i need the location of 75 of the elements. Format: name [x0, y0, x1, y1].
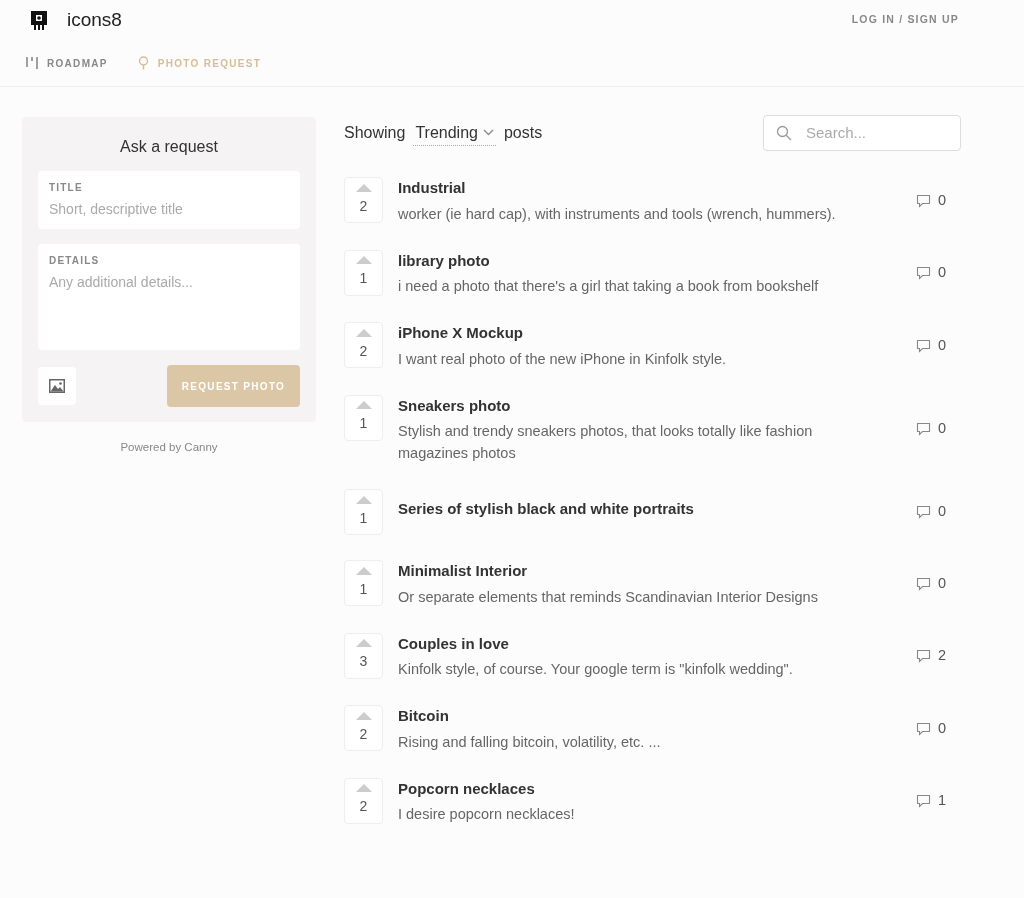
post-title[interactable]: Minimalist Interior — [398, 560, 901, 583]
post-title[interactable]: library photo — [398, 249, 901, 272]
upvote-arrow-icon — [355, 183, 372, 192]
upvote-button[interactable]: 2 — [344, 177, 383, 223]
post-details: Kinfolk style, of course. Your google term is "kinfolk wedding". — [398, 660, 794, 679]
comment-icon — [915, 422, 931, 437]
post-details: worker (ie hard cap), with instruments and tools (wrench, hummers). — [398, 204, 837, 224]
comment-count: 0 — [937, 335, 946, 355]
comment-count: 0 — [937, 419, 946, 439]
comment-icon — [915, 266, 931, 281]
upvote-button[interactable]: 2 — [344, 322, 383, 368]
title-field[interactable]: Short, descriptive title — [49, 199, 289, 220]
upvote-arrow-icon — [355, 711, 372, 720]
post-details: I want real photo of the new iPhone in Kinfolk style. — [398, 349, 728, 369]
upvote-button[interactable]: 1 — [344, 560, 383, 606]
image-icon — [49, 379, 65, 393]
upvote-arrow-icon — [355, 495, 372, 504]
post-details: I desire popcorn necklaces! — [398, 805, 576, 824]
upvote-arrow-icon — [355, 566, 372, 575]
post-title[interactable]: Popcorn necklaces — [398, 777, 901, 800]
posts-label: posts — [503, 123, 543, 143]
powered-by-link[interactable]: Powered by Canny — [22, 439, 316, 457]
comment-icon — [915, 794, 931, 809]
upvote-button[interactable]: 3 — [344, 632, 383, 679]
sort-dropdown[interactable]: Trending — [413, 120, 496, 146]
chevron-down-icon — [482, 129, 494, 136]
upvote-arrow-icon — [355, 639, 372, 647]
upvote-button[interactable]: 2 — [344, 705, 383, 751]
search-field[interactable]: Search... — [804, 120, 944, 146]
post-details: i need a photo that there's a girl that taking a book from bookshelf — [398, 277, 820, 296]
lightbulb-icon — [137, 56, 149, 70]
form-field[interactable]: DETAILS Any additional details... — [38, 244, 300, 350]
brand-name[interactable]: icons8 — [67, 5, 122, 35]
upvote-button[interactable]: 1 — [344, 394, 383, 441]
post-details: Or separate elements that reminds Scandinavian Interior Designs — [398, 587, 819, 607]
comment-icon — [915, 193, 931, 208]
roadmap-icon — [26, 56, 38, 70]
upvote-button[interactable]: 1 — [344, 489, 383, 535]
post-title[interactable]: Bitcoin — [398, 705, 901, 728]
login-link[interactable]: LOG IN / SIGN UP — [851, 12, 959, 28]
comment-count: 0 — [937, 190, 946, 210]
comment-icon — [915, 338, 931, 353]
field-label: TITLE — [49, 181, 84, 195]
search-bar[interactable]: Search... — [763, 115, 961, 151]
upvote-arrow-icon — [355, 328, 372, 337]
upvote-button[interactable]: 2 — [344, 777, 383, 824]
post-title[interactable]: Industrial — [398, 177, 901, 200]
comment-count: 0 — [937, 718, 946, 738]
upvote-arrow-icon — [355, 401, 372, 409]
post-details: Rising and falling bitcoin, volatility, etc. ... — [398, 732, 662, 752]
comment-count: 0 — [937, 573, 946, 593]
post-title[interactable]: Sneakers photo — [398, 394, 901, 417]
post-title[interactable]: Series of stylish black and white portraits — [398, 498, 901, 521]
post-title[interactable]: Couples in love — [398, 632, 901, 655]
upvote-arrow-icon — [355, 784, 372, 792]
upvote-arrow-icon — [355, 256, 372, 264]
details-field[interactable]: Any additional details... — [49, 272, 289, 335]
post-title[interactable]: iPhone X Mockup — [398, 322, 901, 345]
form-field[interactable]: TITLE Short, descriptive title — [38, 171, 300, 229]
panel-title: Ask a request — [119, 137, 219, 157]
search-icon — [776, 125, 792, 141]
comment-count: 1 — [937, 791, 946, 811]
nav-tab[interactable]: ROADMAP — [26, 55, 108, 71]
image-upload-button[interactable] — [38, 367, 76, 405]
comment-icon — [915, 576, 931, 591]
showing-label: Showing — [344, 123, 406, 143]
comment-icon — [915, 721, 931, 736]
field-label: DETAILS — [49, 254, 101, 268]
comment-count: 2 — [937, 646, 946, 666]
comment-icon — [915, 649, 931, 664]
comment-count: 0 — [937, 263, 946, 283]
comment-icon — [915, 505, 931, 519]
post-details: Stylish and trendy sneakers photos, that looks totally like fashion magazines photos — [398, 422, 814, 463]
comment-count: 0 — [937, 502, 946, 522]
upvote-button[interactable]: 1 — [344, 249, 383, 296]
